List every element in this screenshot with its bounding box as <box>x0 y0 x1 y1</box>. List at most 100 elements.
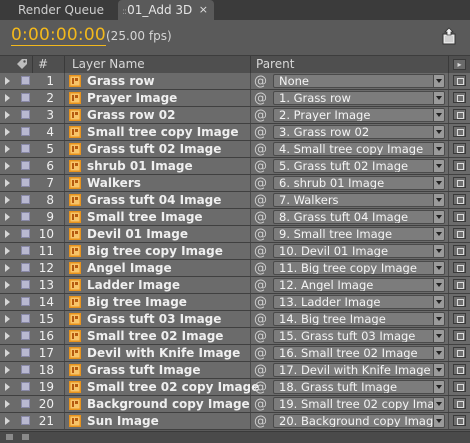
label-swatch-icon[interactable] <box>21 110 30 119</box>
keyframe-navigator-icon[interactable] <box>453 228 466 239</box>
column-divider[interactable] <box>250 56 251 74</box>
disclosure-triangle-icon[interactable] <box>5 281 10 289</box>
parent-dropdown[interactable]: 14. Big tree Image <box>273 312 445 326</box>
layer-row[interactable]: 4 Small tree copy Image @ 3. Grass row 0… <box>0 124 470 141</box>
chevron-down-icon[interactable] <box>433 75 444 87</box>
label-swatch-icon[interactable] <box>21 195 30 204</box>
parent-dropdown[interactable]: 3. Grass row 02 <box>273 125 445 139</box>
layer-name[interactable]: Big tree Image <box>87 295 187 309</box>
layer-row[interactable]: 8 Grass tuft 04 Image @ 7. Walkers <box>0 192 470 209</box>
chevron-down-icon[interactable] <box>433 296 444 308</box>
layer-name[interactable]: Grass row <box>87 74 155 88</box>
pick-whip-icon[interactable]: @ <box>254 210 267 225</box>
parent-dropdown[interactable]: 6. shrub 01 Image <box>273 176 445 190</box>
chevron-down-icon[interactable] <box>433 415 444 427</box>
pick-whip-icon[interactable]: @ <box>254 193 267 208</box>
parent-dropdown[interactable]: 13. Ladder Image <box>273 295 445 309</box>
pick-whip-icon[interactable]: @ <box>254 414 267 429</box>
chevron-down-icon[interactable] <box>433 194 444 206</box>
chevron-down-icon[interactable] <box>433 211 444 223</box>
label-swatch-icon[interactable] <box>21 416 30 425</box>
layer-row[interactable]: 19 Small tree 02 copy Image @ 18. Grass … <box>0 379 470 396</box>
pick-whip-icon[interactable]: @ <box>254 108 267 123</box>
disclosure-triangle-icon[interactable] <box>5 128 10 136</box>
chevron-down-icon[interactable] <box>433 109 444 121</box>
layer-name[interactable]: Grass tuft 02 Image <box>87 142 221 156</box>
disclosure-triangle-icon[interactable] <box>5 162 10 170</box>
pick-whip-icon[interactable]: @ <box>254 397 267 412</box>
keyframe-navigator-icon[interactable] <box>453 262 466 273</box>
label-swatch-icon[interactable] <box>21 263 30 272</box>
label-swatch-icon[interactable] <box>21 212 30 221</box>
layer-row[interactable]: 9 Small tree Image @ 8. Grass tuft 04 Im… <box>0 209 470 226</box>
chevron-down-icon[interactable] <box>433 364 444 376</box>
disclosure-triangle-icon[interactable] <box>5 366 10 374</box>
pick-whip-icon[interactable]: @ <box>254 159 267 174</box>
label-swatch-icon[interactable] <box>21 331 30 340</box>
layer-name[interactable]: Devil with Knife Image <box>87 346 240 360</box>
layer-row[interactable]: 15 Grass tuft 03 Image @ 14. Big tree Im… <box>0 311 470 328</box>
chevron-down-icon[interactable] <box>433 279 444 291</box>
layer-name[interactable]: Sun Image <box>87 414 159 428</box>
pick-whip-icon[interactable]: @ <box>254 363 267 378</box>
chevron-down-icon[interactable] <box>433 228 444 240</box>
label-swatch-icon[interactable] <box>21 297 30 306</box>
label-swatch-icon[interactable] <box>21 399 30 408</box>
pick-whip-icon[interactable]: @ <box>254 295 267 310</box>
disclosure-triangle-icon[interactable] <box>5 213 10 221</box>
disclosure-triangle-icon[interactable] <box>5 264 10 272</box>
keyframe-navigator-icon[interactable] <box>453 143 466 154</box>
layer-name[interactable]: Grass row 02 <box>87 108 175 122</box>
disclosure-triangle-icon[interactable] <box>5 77 10 85</box>
keyframe-navigator-icon[interactable] <box>453 296 466 307</box>
keyframe-navigator-icon[interactable] <box>453 160 466 171</box>
layer-row[interactable]: 5 Grass tuft 02 Image @ 4. Small tree co… <box>0 141 470 158</box>
disclosure-triangle-icon[interactable] <box>5 111 10 119</box>
disclosure-triangle-icon[interactable] <box>5 332 10 340</box>
chevron-down-icon[interactable] <box>433 143 444 155</box>
label-swatch-icon[interactable] <box>21 280 30 289</box>
disclosure-triangle-icon[interactable] <box>5 230 10 238</box>
keyframe-navigator-icon[interactable] <box>453 364 466 375</box>
label-swatch-icon[interactable] <box>21 314 30 323</box>
parent-dropdown[interactable]: 4. Small tree copy Image <box>273 142 445 156</box>
chevron-down-icon[interactable] <box>433 347 444 359</box>
layer-row[interactable]: 13 Ladder Image @ 12. Angel Image <box>0 277 470 294</box>
column-divider[interactable] <box>64 56 65 74</box>
layer-name[interactable]: Devil 01 Image <box>87 227 188 241</box>
keyframe-navigator-icon[interactable] <box>453 177 466 188</box>
disclosure-triangle-icon[interactable] <box>5 145 10 153</box>
chevron-down-icon[interactable] <box>433 126 444 138</box>
layer-name[interactable]: Small tree 02 Image <box>87 329 223 343</box>
layer-row[interactable]: 10 Devil 01 Image @ 9. Small tree Image <box>0 226 470 243</box>
layer-name[interactable]: Small tree 02 copy Image <box>87 380 259 394</box>
tab-render-queue[interactable]: Render Queue <box>0 0 118 20</box>
disclosure-triangle-icon[interactable] <box>5 179 10 187</box>
disclosure-triangle-icon[interactable] <box>5 315 10 323</box>
keyframe-navigator-icon[interactable] <box>453 330 466 341</box>
chevron-down-icon[interactable] <box>433 245 444 257</box>
keyframe-navigator-icon[interactable] <box>453 279 466 290</box>
parent-dropdown[interactable]: 9. Small tree Image <box>273 227 445 241</box>
layer-row[interactable]: 7 Walkers @ 6. shrub 01 Image <box>0 175 470 192</box>
pick-whip-icon[interactable]: @ <box>254 142 267 157</box>
layer-row[interactable]: 1 Grass row @ None <box>0 73 470 90</box>
layer-name[interactable]: Grass tuft 03 Image <box>87 312 221 326</box>
label-swatch-icon[interactable] <box>21 348 30 357</box>
chevron-down-icon[interactable] <box>433 160 444 172</box>
pick-whip-icon[interactable]: @ <box>254 227 267 242</box>
label-swatch-icon[interactable] <box>21 178 30 187</box>
parent-dropdown[interactable]: 10. Devil 01 Image <box>273 244 445 258</box>
label-swatch-icon[interactable] <box>21 76 30 85</box>
pick-whip-icon[interactable]: @ <box>254 244 267 259</box>
layer-row[interactable]: 3 Grass row 02 @ 2. Prayer Image <box>0 107 470 124</box>
pick-whip-icon[interactable]: @ <box>254 125 267 140</box>
label-swatch-icon[interactable] <box>21 246 30 255</box>
disclosure-triangle-icon[interactable] <box>5 349 10 357</box>
close-icon[interactable]: × <box>199 0 208 20</box>
layer-row[interactable]: 16 Small tree 02 Image @ 15. Grass tuft … <box>0 328 470 345</box>
pick-whip-icon[interactable]: @ <box>254 312 267 327</box>
chevron-down-icon[interactable] <box>433 92 444 104</box>
pick-whip-icon[interactable]: @ <box>254 329 267 344</box>
parent-dropdown[interactable]: 2. Prayer Image <box>273 108 445 122</box>
